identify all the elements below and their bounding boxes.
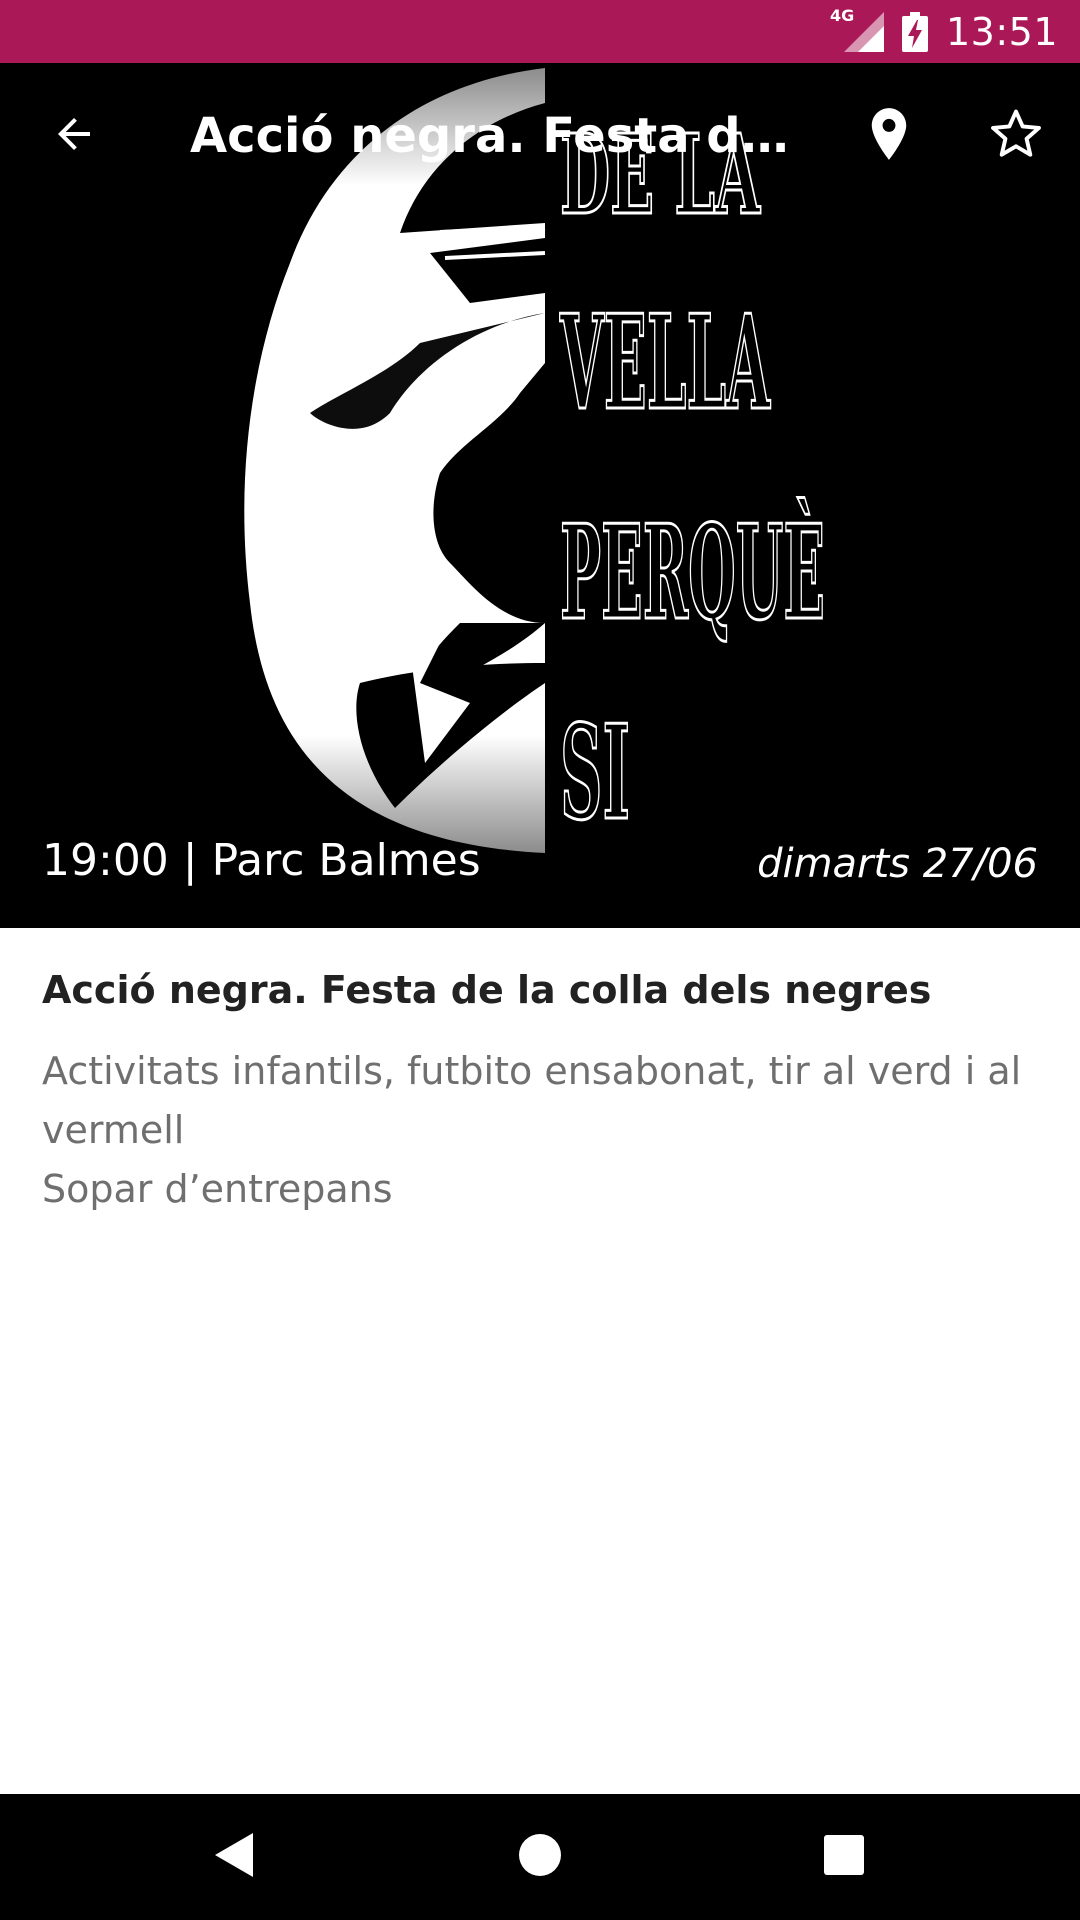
- event-description-line: Sopar d’entrepans: [42, 1167, 393, 1211]
- battery-charging-icon: [901, 11, 928, 52]
- status-icons: 4G 13:51: [830, 0, 1058, 63]
- nav-recents-square-icon: [824, 1835, 864, 1879]
- top-app-bar: Acció negra. Festa de la colla dels negr…: [0, 63, 1080, 209]
- system-navigation-bar: [0, 1794, 1080, 1920]
- favorite-button[interactable]: [956, 63, 1076, 209]
- event-description-line: Activitats infantils, futbito ensabonat,…: [42, 1049, 1022, 1152]
- event-details: Acció negra. Festa de la colla dels negr…: [42, 968, 1038, 1219]
- nav-back-triangle-icon: [213, 1831, 257, 1883]
- signal-icon: 4G: [830, 6, 884, 52]
- nav-home-circle-icon: [518, 1833, 562, 1881]
- location-pin-icon: [863, 106, 915, 166]
- poster-text-line-4: SI: [560, 696, 630, 849]
- nav-home-button[interactable]: [480, 1794, 600, 1920]
- network-type-label: 4G: [829, 5, 855, 25]
- nav-recents-button[interactable]: [784, 1794, 904, 1920]
- status-time: 13:51: [945, 9, 1058, 54]
- arrow-back-icon: [50, 110, 98, 162]
- event-date: dimarts 27/06: [757, 841, 1038, 887]
- star-outline-icon: [989, 107, 1043, 165]
- event-description: Activitats infantils, futbito ensabonat,…: [42, 1042, 1038, 1219]
- poster-text-line-2: VELLA: [560, 286, 771, 439]
- status-bar: 4G 13:51: [0, 0, 1080, 63]
- poster-text-line-3: PERQUÈ: [560, 496, 825, 649]
- event-time-place: 19:00 | Parc Balmes: [42, 835, 481, 886]
- location-button[interactable]: [829, 63, 949, 209]
- event-title: Acció negra. Festa de la colla dels negr…: [42, 968, 932, 1012]
- nav-back-button[interactable]: [175, 1794, 295, 1920]
- back-button[interactable]: [14, 63, 134, 209]
- page-title: Acció negra. Festa de la colla dels negr…: [190, 108, 810, 164]
